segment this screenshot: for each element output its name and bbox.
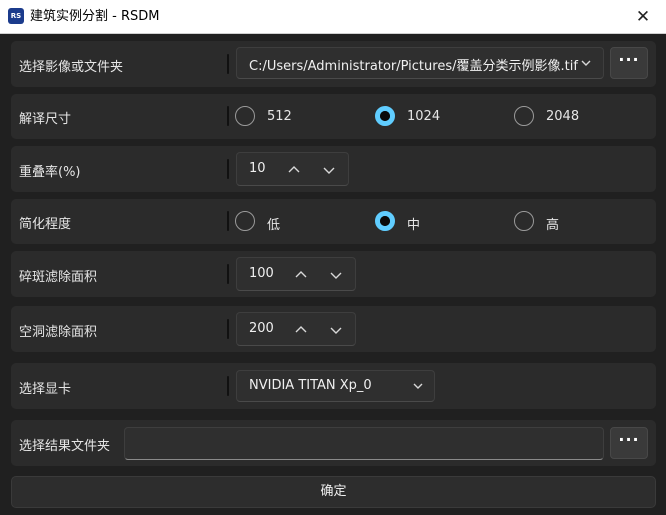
patch-filter-label: 碎斑滤除面积: [19, 270, 98, 285]
overlap-spinbox[interactable]: 10: [236, 152, 349, 186]
overlap-row: 重叠率(%) 10: [11, 146, 656, 192]
window-title: 建筑实例分割 - RSDM: [30, 9, 160, 24]
overlap-label: 重叠率(%): [19, 165, 81, 180]
radio-medium[interactable]: [375, 211, 395, 231]
chevron-down-icon: [579, 56, 595, 72]
image-select-row: 选择影像或文件夹 C:/Users/Administrator/Pictures…: [11, 41, 656, 87]
row-divider: [227, 54, 229, 74]
close-button[interactable]: ✕: [620, 0, 666, 34]
tile-size-label: 解译尺寸: [19, 112, 72, 127]
radio-high-label: 高: [546, 218, 560, 233]
hole-filter-row: 空洞滤除面积 200: [11, 306, 656, 352]
patch-filter-value: 100: [249, 266, 274, 281]
output-label: 选择结果文件夹: [19, 439, 111, 454]
title-bar: RS 建筑实例分割 - RSDM ✕: [0, 0, 666, 34]
row-divider: [227, 106, 229, 126]
more-dots-icon: ···: [618, 430, 640, 449]
more-dots-icon: ···: [618, 50, 640, 69]
radio-2048[interactable]: [514, 106, 534, 126]
app-icon: RS: [8, 8, 24, 24]
overlap-value: 10: [249, 161, 266, 176]
row-divider: [227, 159, 229, 179]
row-divider: [227, 376, 229, 396]
chevron-down-icon: [411, 379, 427, 395]
output-row: 选择结果文件夹 ···: [11, 420, 656, 466]
chevron-down-icon[interactable]: [328, 267, 344, 283]
hole-filter-label: 空洞滤除面积: [19, 325, 98, 340]
radio-2048-label: 2048: [546, 109, 580, 124]
image-path-value: C:/Users/Administrator/Pictures/覆盖分类示例影像…: [249, 59, 578, 74]
row-divider: [227, 264, 229, 284]
radio-medium-label: 中: [407, 218, 421, 233]
radio-1024-label: 1024: [407, 109, 441, 124]
image-path-combo[interactable]: C:/Users/Administrator/Pictures/覆盖分类示例影像…: [236, 47, 604, 79]
patch-filter-row: 碎斑滤除面积 100: [11, 251, 656, 297]
radio-high[interactable]: [514, 211, 534, 231]
gpu-label: 选择显卡: [19, 382, 72, 397]
chevron-up-icon[interactable]: [293, 322, 309, 338]
chevron-up-icon[interactable]: [286, 162, 302, 178]
browse-image-button[interactable]: ···: [610, 47, 648, 79]
radio-low[interactable]: [235, 211, 255, 231]
radio-1024[interactable]: [375, 106, 395, 126]
row-divider: [227, 319, 229, 339]
tile-size-row: 解译尺寸 512 1024 2048: [11, 94, 656, 139]
browse-output-button[interactable]: ···: [610, 427, 648, 459]
radio-512[interactable]: [235, 106, 255, 126]
simplify-label: 简化程度: [19, 217, 72, 232]
simplify-row: 简化程度 低 中 高: [11, 199, 656, 244]
close-icon: ✕: [635, 7, 651, 27]
hole-filter-value: 200: [249, 321, 274, 336]
gpu-value: NVIDIA TITAN Xp_0: [249, 378, 372, 393]
patch-filter-spinbox[interactable]: 100: [236, 257, 356, 291]
radio-low-label: 低: [267, 218, 281, 233]
chevron-up-icon[interactable]: [293, 267, 309, 283]
hole-filter-spinbox[interactable]: 200: [236, 312, 356, 346]
gpu-combo[interactable]: NVIDIA TITAN Xp_0: [236, 370, 435, 402]
confirm-button[interactable]: 确定: [11, 476, 656, 508]
output-folder-input[interactable]: [124, 427, 604, 460]
image-select-label: 选择影像或文件夹: [19, 60, 124, 75]
radio-512-label: 512: [267, 109, 292, 124]
gpu-row: 选择显卡 NVIDIA TITAN Xp_0: [11, 363, 656, 409]
chevron-down-icon[interactable]: [321, 162, 337, 178]
chevron-down-icon[interactable]: [328, 322, 344, 338]
row-divider: [227, 211, 229, 231]
